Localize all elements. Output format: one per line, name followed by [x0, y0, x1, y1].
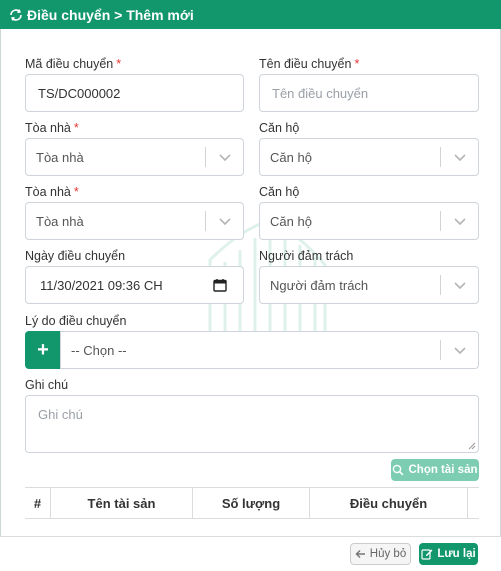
- search-icon: [393, 464, 405, 476]
- assets-table-header: # Tên tài sản Số lượng Điều chuyển: [25, 487, 479, 519]
- building-to-select[interactable]: Tòa nhà: [25, 202, 244, 240]
- transfer-date-input[interactable]: 11/30/2021 09:36 CH: [25, 266, 244, 304]
- transfer-reason-select[interactable]: -- Chọn --: [60, 331, 479, 369]
- reason-label: Lý do điều chuyển: [25, 314, 127, 328]
- resize-grip-icon[interactable]: [468, 442, 476, 450]
- sync-icon: [8, 7, 24, 23]
- chevron-down-icon: [454, 347, 466, 355]
- name-label: Tên điều chuyển *: [259, 57, 360, 71]
- choose-assets-button[interactable]: Chọn tài sản: [391, 459, 479, 481]
- column-header-transfer: Điều chuyển: [310, 488, 468, 518]
- column-header-actions: [468, 488, 479, 518]
- building-to-label: Tòa nhà *: [25, 185, 79, 199]
- column-header-quantity: Số lượng: [193, 488, 310, 518]
- person-in-charge-select[interactable]: Người đảm trách: [259, 266, 479, 304]
- transfer-name-input[interactable]: Tên điều chuyển: [259, 74, 479, 112]
- note-textarea[interactable]: Ghi chú: [25, 395, 479, 453]
- add-reason-button[interactable]: +: [25, 331, 61, 369]
- note-label: Ghi chú: [25, 378, 69, 392]
- arrow-left-icon: [355, 549, 365, 559]
- person-label: Người đảm trách: [259, 249, 354, 263]
- date-label: Ngày điều chuyển: [25, 249, 126, 263]
- chevron-down-icon: [219, 218, 231, 226]
- save-button[interactable]: Lưu lại: [419, 543, 478, 565]
- transfer-code-input[interactable]: TS/DC000002: [25, 74, 244, 112]
- edit-icon: [421, 549, 433, 560]
- building-from-label: Tòa nhà *: [25, 121, 79, 135]
- column-header-index: #: [25, 488, 51, 518]
- apartment-to-label: Căn hộ: [259, 185, 300, 199]
- dialog-title: Điều chuyển > Thêm mới: [27, 6, 194, 23]
- apartment-from-label: Căn hộ: [259, 121, 300, 135]
- dialog-header: Điều chuyển > Thêm mới: [0, 0, 501, 29]
- chevron-down-icon: [454, 218, 466, 226]
- apartment-to-select[interactable]: Căn hộ: [259, 202, 479, 240]
- building-from-select[interactable]: Tòa nhà: [25, 138, 244, 176]
- code-label: Mã điều chuyển *: [25, 57, 122, 71]
- chevron-down-icon: [219, 154, 231, 162]
- column-header-asset-name: Tên tài sản: [51, 488, 193, 518]
- chevron-down-icon: [454, 154, 466, 162]
- chevron-down-icon: [454, 282, 466, 290]
- cancel-button[interactable]: Hủy bỏ: [350, 543, 411, 565]
- apartment-from-select[interactable]: Căn hộ: [259, 138, 479, 176]
- calendar-icon[interactable]: [213, 278, 227, 292]
